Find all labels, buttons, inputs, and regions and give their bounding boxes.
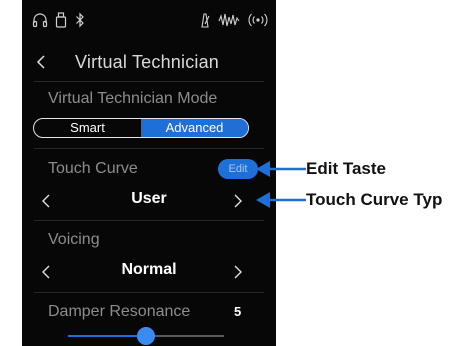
edit-callout-arrow bbox=[256, 161, 306, 177]
type-callout-label: Touch Curve Typ bbox=[306, 190, 443, 209]
callout-arrows bbox=[256, 161, 306, 208]
edit-callout-label: Edit Taste bbox=[306, 159, 386, 178]
type-callout-arrow bbox=[256, 192, 306, 208]
